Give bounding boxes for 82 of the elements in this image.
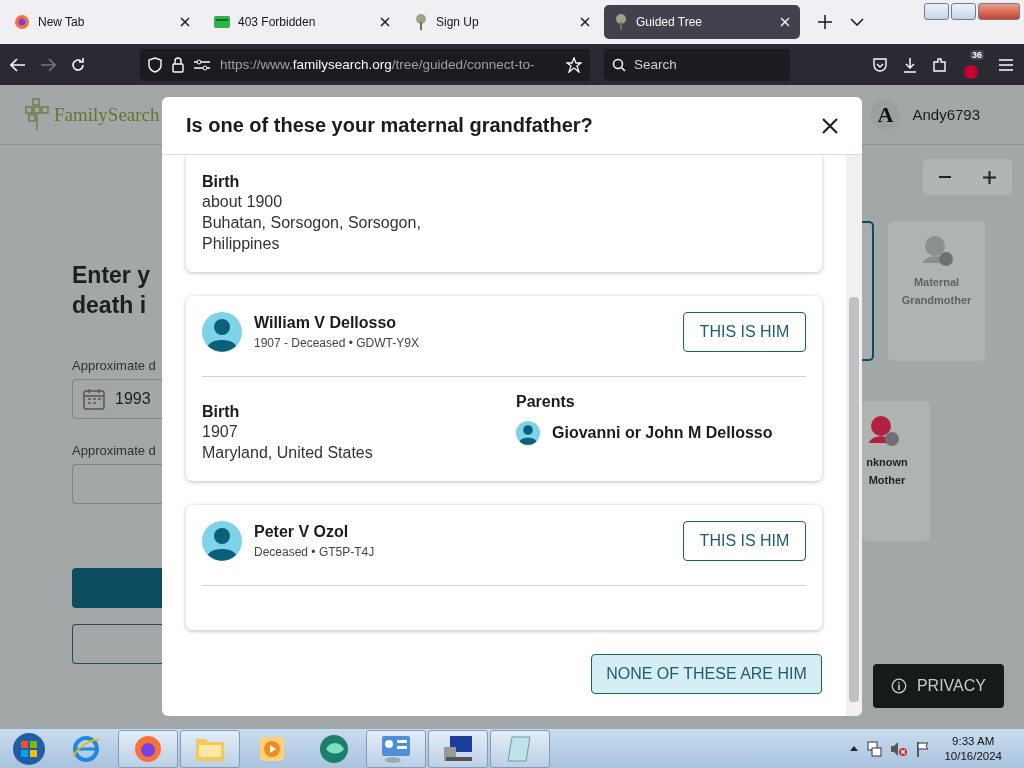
this-is-him-button[interactable]: THIS IS HIM bbox=[683, 312, 806, 352]
fact-label: Parents bbox=[516, 393, 576, 411]
menu-icon[interactable] bbox=[998, 57, 1014, 72]
fact-label: Birth bbox=[202, 173, 241, 191]
field-label: Approximate d bbox=[72, 443, 157, 458]
person-card[interactable] bbox=[862, 221, 874, 361]
globe-icon bbox=[71, 733, 101, 764]
parent-name[interactable]: Giovanni or John M Dellosso bbox=[552, 424, 773, 442]
close-icon bbox=[180, 17, 190, 27]
maximize-button[interactable] bbox=[951, 3, 976, 20]
tree-logo-icon bbox=[24, 97, 50, 132]
lock-icon bbox=[172, 56, 184, 73]
firefox-icon bbox=[134, 734, 162, 763]
browser-tab[interactable]: Sign Up bbox=[404, 5, 600, 39]
person-avatar-icon bbox=[516, 421, 540, 445]
info-icon bbox=[891, 676, 907, 696]
close-icon bbox=[780, 17, 790, 27]
tree-icon bbox=[614, 14, 628, 30]
control-panel-icon bbox=[381, 734, 411, 763]
forward-icon[interactable] bbox=[40, 57, 56, 72]
page-heading: Enter y death i bbox=[72, 261, 151, 320]
star-icon[interactable] bbox=[566, 56, 582, 73]
disc-icon bbox=[318, 733, 350, 764]
shield-icon bbox=[148, 56, 162, 73]
person-details: 1907 - Deceased • GDWT-Y9X bbox=[254, 336, 419, 350]
person-card[interactable]: nknown Mother bbox=[862, 401, 930, 541]
card-icon bbox=[214, 16, 230, 28]
pocket-icon[interactable] bbox=[872, 56, 888, 73]
zoom-in-icon[interactable] bbox=[983, 170, 996, 184]
person-card-label: nknown Mother bbox=[865, 455, 909, 488]
url-text: https://www.familysearch.org/tree/guided/connect-to- bbox=[220, 57, 536, 72]
play-icon bbox=[259, 735, 285, 762]
this-is-him-button[interactable]: THIS IS HIM bbox=[683, 521, 806, 561]
download-icon[interactable] bbox=[902, 56, 918, 73]
chevron-down-icon[interactable] bbox=[850, 18, 864, 26]
none-button[interactable]: NONE OF THESE ARE HIM bbox=[591, 654, 822, 694]
close-button[interactable] bbox=[822, 117, 838, 134]
dialog-title: Is one of these your maternal grandfather? bbox=[186, 114, 594, 137]
flag-icon[interactable] bbox=[916, 740, 931, 757]
fact-text: 1907 Maryland, United States bbox=[202, 422, 374, 463]
puzzle-icon[interactable] bbox=[932, 56, 948, 73]
browser-tab[interactable]: 403 Forbidden bbox=[204, 5, 400, 39]
user-avatar: A bbox=[870, 99, 901, 130]
field-label: Approximate d bbox=[72, 358, 157, 373]
browser-tab[interactable]: New Tab bbox=[4, 5, 200, 39]
computer-icon bbox=[442, 734, 474, 763]
fact-text: about 1900 Buhatan, Sorsogon, Sorsogon, Philippines bbox=[202, 192, 422, 254]
tree-icon bbox=[414, 14, 428, 30]
show-hidden-icons[interactable] bbox=[850, 746, 859, 751]
taskbar-app[interactable] bbox=[366, 729, 426, 768]
extension-button[interactable]: 36 bbox=[962, 49, 984, 80]
privacy-button[interactable]: PRIVACY bbox=[873, 664, 1004, 708]
person-name: William V Dellosso bbox=[254, 314, 398, 332]
user-name: Andy6793 bbox=[912, 106, 980, 123]
firefox-icon bbox=[14, 14, 30, 30]
notepad-icon bbox=[506, 734, 534, 763]
extension-badge: 36 bbox=[970, 49, 984, 60]
network-icon[interactable] bbox=[866, 740, 883, 757]
taskbar-app[interactable] bbox=[118, 729, 178, 768]
person-details: Deceased • GT5P-T4J bbox=[254, 545, 375, 559]
person-avatar-icon bbox=[202, 521, 242, 561]
close-icon bbox=[580, 17, 590, 27]
logo-text: FamilySearch bbox=[54, 103, 160, 126]
clock[interactable]: 9:33 AM 10/16/2024 bbox=[944, 733, 1002, 764]
new-tab-button[interactable] bbox=[818, 15, 832, 29]
fact-label: Birth bbox=[202, 403, 241, 421]
person-avatar-icon bbox=[202, 312, 242, 352]
search-icon bbox=[612, 57, 626, 72]
sliders-icon bbox=[194, 58, 210, 71]
reload-icon[interactable] bbox=[70, 56, 86, 73]
taskbar-app[interactable] bbox=[428, 729, 488, 768]
volume-muted-icon[interactable] bbox=[890, 740, 909, 757]
address-bar[interactable]: https://www.familysearch.org/tree/guided/connect-to- bbox=[140, 48, 590, 81]
close-icon bbox=[380, 17, 390, 27]
scrollbar[interactable] bbox=[846, 155, 862, 716]
minimize-button[interactable] bbox=[924, 3, 949, 20]
calendar-icon bbox=[83, 388, 105, 410]
back-icon[interactable] bbox=[10, 57, 26, 72]
browser-tab[interactable]: Guided Tree bbox=[604, 5, 800, 39]
search-field[interactable]: Search bbox=[604, 48, 790, 81]
person-name: Peter V Ozol bbox=[254, 523, 350, 541]
person-card-label: Maternal Grandmother bbox=[900, 275, 973, 308]
